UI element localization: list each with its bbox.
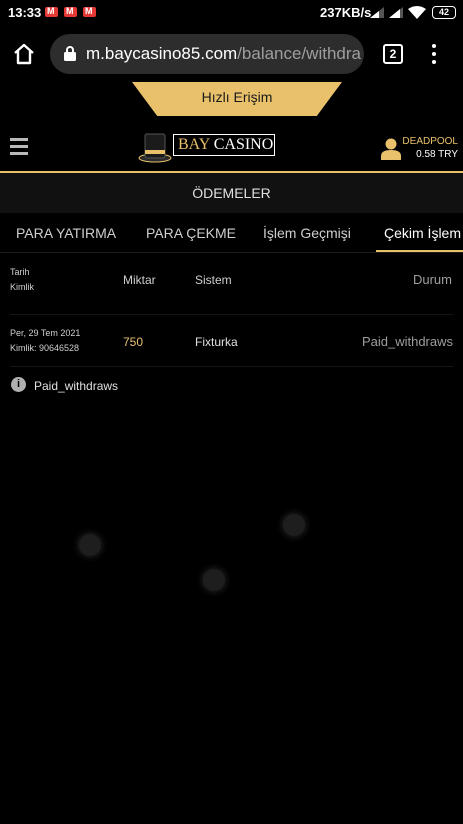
home-icon[interactable] [12, 42, 36, 66]
status-bar: 13:33 237KB/s 42 [0, 0, 463, 26]
loader-dot [203, 569, 225, 591]
signal-icon [370, 7, 384, 18]
browser-toolbar: m.baycasino85.com/balance/withdra 2 [0, 26, 463, 82]
row-amount: 750 [123, 335, 144, 349]
active-tab-indicator [376, 250, 463, 252]
table-row: Per, 29 Tem 2021 Kimlik: 90646528 750 Fi… [10, 314, 453, 367]
wifi-icon [408, 6, 426, 19]
username[interactable]: DEADPOOL [402, 136, 458, 147]
row-system: Fixturka [195, 335, 238, 349]
lock-icon [64, 46, 76, 61]
gmail-icon [83, 6, 96, 17]
network-speed: 237KB/s [320, 5, 372, 20]
tab-withdrawal-transactions[interactable]: Çekim İşlem [384, 225, 461, 241]
payment-tabs: PARA YATIRMA PARA ÇEKME İşlem Geçmişi Çe… [0, 213, 463, 253]
row-id: Kimlik: 90646528 [10, 343, 80, 353]
site-logo[interactable]: BAY CASINO [137, 128, 277, 164]
logo-primary: BAY [178, 136, 210, 153]
battery-indicator: 42 [432, 6, 456, 19]
url-path: /balance/withdra [237, 44, 361, 63]
loader-dot [283, 514, 305, 536]
header-status: Durum [412, 272, 452, 287]
app-screen: 13:33 237KB/s 42 m.baycasino85.com/balan… [0, 0, 463, 824]
address-bar[interactable]: m.baycasino85.com/balance/withdra [50, 34, 364, 74]
user-icon[interactable] [381, 138, 401, 160]
tab-deposit[interactable]: PARA YATIRMA [16, 225, 116, 241]
signal-icon [389, 7, 403, 18]
top-hat-icon [138, 133, 172, 163]
row-date: Per, 29 Tem 2021 [10, 328, 81, 338]
hamburger-menu-icon[interactable] [10, 138, 28, 155]
url-host: m.baycasino85.com [86, 44, 238, 63]
info-icon: i [11, 377, 26, 392]
quick-access-button[interactable]: Hızlı Erişim [132, 82, 342, 116]
header-amount: Miktar [123, 273, 156, 287]
tab-transaction-history[interactable]: İşlem Geçmişi [263, 225, 351, 241]
logo-secondary: CASINO [213, 136, 274, 153]
url-text: m.baycasino85.com/balance/withdra [86, 44, 361, 64]
page-title: ÖDEMELER [0, 173, 463, 213]
header-id: Kimlik [10, 282, 34, 292]
table-header: Tarih Kimlik Miktar Sistem Durum [0, 254, 463, 308]
browser-menu-icon[interactable] [430, 42, 438, 66]
header-system: Sistem [195, 273, 232, 287]
status-time: 13:33 [8, 5, 42, 20]
site-header: BAY CASINO DEADPOOL 0.58 TRY [0, 118, 463, 172]
loader-dot [79, 534, 101, 556]
logo-wordmark: BAY CASINO [173, 134, 275, 156]
info-text: Paid_withdraws [34, 379, 119, 393]
tab-switcher-button[interactable]: 2 [383, 44, 403, 64]
gmail-icon [45, 6, 58, 17]
header-date: Tarih [10, 267, 30, 277]
tab-withdraw[interactable]: PARA ÇEKME [146, 225, 236, 241]
user-balance: 0.58 TRY [416, 149, 458, 160]
row-status: Paid_withdraws [361, 334, 453, 349]
gmail-icon [64, 6, 77, 17]
